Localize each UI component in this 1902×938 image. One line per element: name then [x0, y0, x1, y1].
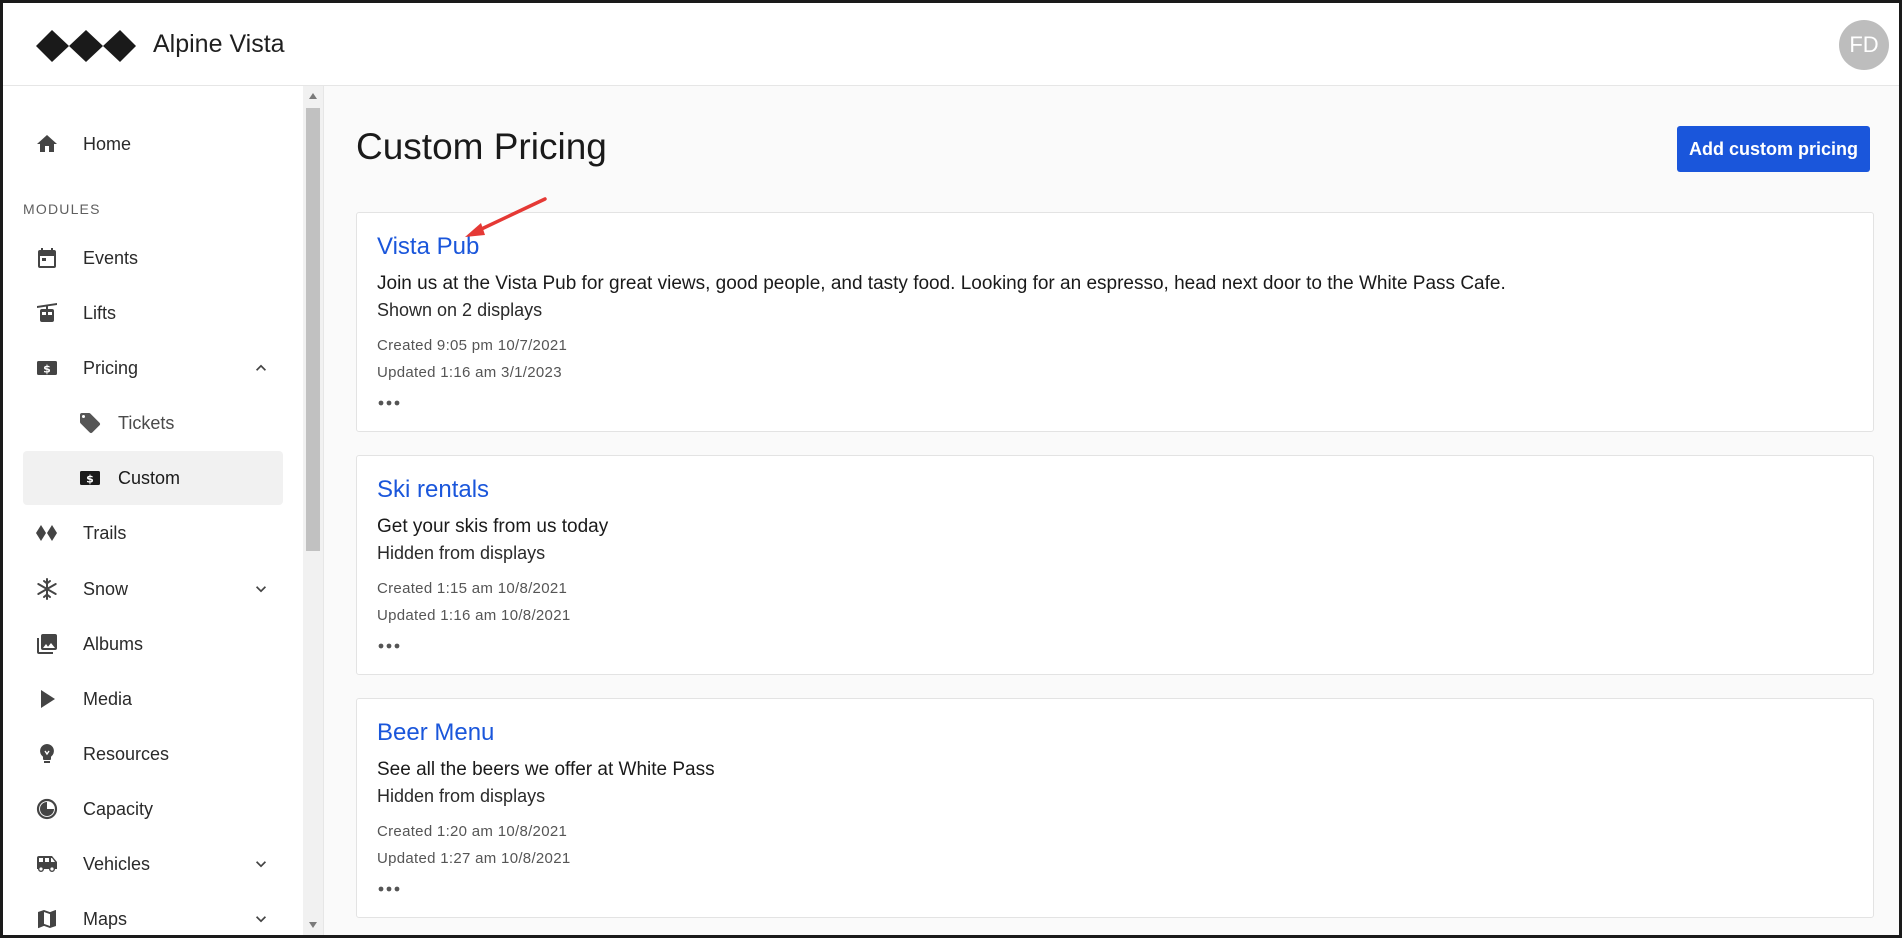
sidebar-item-label: Trails — [83, 522, 127, 543]
card-updated-date: Updated 1:27 am 10/8/2021 — [377, 850, 571, 867]
sidebar-item-label: Albums — [83, 633, 144, 654]
sidebar-item-home[interactable]: Home — [23, 117, 283, 171]
svg-text:$: $ — [86, 473, 94, 486]
sidebar-item-label: Custom — [118, 467, 181, 488]
card-title-link[interactable]: Ski rentals — [377, 476, 489, 504]
sidebar-item-snow[interactable]: Snow — [23, 562, 283, 616]
card-title-link[interactable]: Beer Menu — [377, 719, 494, 747]
home-icon — [37, 135, 57, 152]
sidebar-item-maps[interactable]: Maps — [23, 892, 283, 935]
sidebar-item-albums[interactable]: Albums — [23, 617, 283, 671]
trails-icon — [36, 525, 57, 541]
alpine-vista-logo[interactable] — [36, 30, 136, 62]
card-created-date: Created 1:20 am 10/8/2021 — [377, 823, 568, 840]
sidebar-item-events[interactable]: Events — [23, 231, 283, 285]
card-updated-date: Updated 1:16 am 10/8/2021 — [377, 607, 571, 624]
chevron-down-icon[interactable] — [251, 854, 271, 874]
card-display-status: Hidden from displays — [377, 543, 546, 563]
card-updated-date: Updated 1:16 am 3/1/2023 — [377, 364, 562, 381]
sidebar-item-label: Media — [83, 688, 133, 709]
sidebar-item-capacity[interactable]: Capacity — [23, 782, 283, 836]
chevron-up-icon[interactable] — [251, 358, 271, 378]
play-icon — [41, 690, 55, 708]
sidebar-item-label: Capacity — [83, 798, 154, 819]
sidebar-item-trails[interactable]: Trails — [23, 506, 283, 560]
sidebar-item-vehicles[interactable]: Vehicles — [23, 837, 283, 891]
card-created-date: Created 9:05 pm 10/7/2021 — [377, 337, 568, 354]
sidebar-item-custom[interactable]: $ Custom — [23, 451, 283, 505]
user-avatar[interactable]: FD — [1839, 20, 1889, 70]
dollar-icon: $ — [37, 361, 57, 376]
photo-library-icon — [37, 634, 57, 654]
sidebar-item-label: Resources — [83, 743, 170, 764]
more-options-icon[interactable] — [377, 398, 401, 408]
card-display-status: Shown on 2 displays — [377, 300, 543, 320]
sidebar-item-media[interactable]: Media — [23, 672, 283, 726]
sidebar-item-label: Lifts — [83, 302, 117, 323]
sidebar-item-label: Maps — [83, 908, 128, 929]
calendar-icon — [38, 248, 56, 268]
modules-section-label: MODULES — [23, 201, 101, 217]
app-window: Alpine Vista FD Home MODULES Events Lift… — [0, 0, 1902, 938]
sidebar-item-resources[interactable]: Resources — [23, 727, 283, 781]
sidebar-scrollbar[interactable] — [303, 86, 324, 935]
sidebar-item-label: Vehicles — [83, 853, 151, 874]
sidebar-item-label: Snow — [83, 578, 129, 599]
add-custom-pricing-button[interactable]: Add custom pricing — [1677, 126, 1870, 172]
card-title-link[interactable]: Vista Pub — [377, 233, 479, 261]
sidebar-item-tickets[interactable]: Tickets — [23, 396, 283, 450]
top-bar: Alpine Vista FD — [3, 3, 1899, 86]
bus-icon — [37, 856, 57, 872]
chevron-down-icon[interactable] — [251, 579, 271, 599]
snowflake-icon — [37, 578, 57, 600]
sidebar-item-label: Tickets — [118, 412, 175, 433]
app-title: Alpine Vista — [153, 30, 285, 58]
sidebar-item-lifts[interactable]: Lifts — [23, 286, 283, 340]
scroll-up-arrow-icon[interactable] — [308, 92, 318, 100]
pricing-card: Ski rentals Get your skis from us today … — [356, 455, 1874, 675]
card-description: See all the beers we offer at White Pass — [377, 759, 715, 780]
card-created-date: Created 1:15 am 10/8/2021 — [377, 580, 568, 597]
card-display-status: Hidden from displays — [377, 786, 546, 806]
sidebar-item-label: Home — [83, 133, 132, 154]
more-options-icon[interactable] — [377, 884, 401, 894]
more-options-icon[interactable] — [377, 641, 401, 651]
lightbulb-icon — [40, 744, 54, 763]
page-title: Custom Pricing — [356, 126, 607, 167]
chevron-down-icon[interactable] — [251, 909, 271, 929]
gauge-icon — [36, 798, 58, 820]
main-content: Custom Pricing Add custom pricing Vista … — [324, 86, 1899, 935]
dollar-icon: $ — [80, 471, 100, 486]
card-description: Get your skis from us today — [377, 516, 609, 537]
card-description: Join us at the Vista Pub for great views… — [377, 273, 1506, 294]
sidebar-item-label: Events — [83, 247, 139, 268]
sidebar-item-label: Pricing — [83, 357, 139, 378]
map-icon — [37, 910, 57, 929]
sidebar: Home MODULES Events Lifts $ Pricing Tick… — [3, 86, 304, 935]
pricing-card: Vista Pub Join us at the Vista Pub for g… — [356, 212, 1874, 432]
gondola-icon — [37, 303, 57, 322]
scroll-down-arrow-icon[interactable] — [308, 921, 318, 929]
scroll-thumb[interactable] — [306, 108, 320, 551]
svg-text:$: $ — [43, 363, 51, 376]
sidebar-item-pricing[interactable]: $ Pricing — [23, 341, 283, 395]
pricing-card: Beer Menu See all the beers we offer at … — [356, 698, 1874, 918]
tag-icon — [80, 413, 101, 434]
